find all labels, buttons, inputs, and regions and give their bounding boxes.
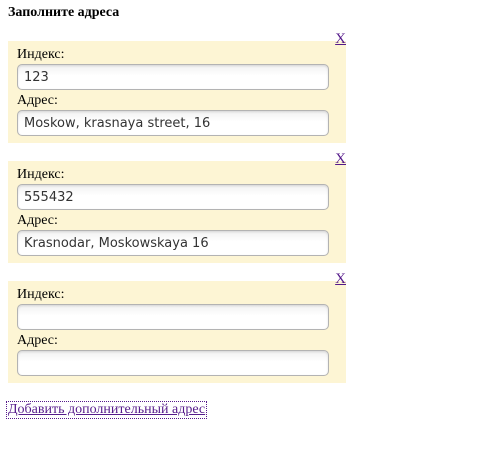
- page-title: Заполните адреса: [8, 5, 120, 20]
- address-block: X Индекс: Адрес:: [8, 271, 346, 383]
- index-input[interactable]: [17, 184, 329, 210]
- index-label: Индекс:: [17, 47, 65, 62]
- address-block: X Индекс: Адрес:: [8, 151, 346, 263]
- address-input[interactable]: [17, 110, 329, 136]
- add-address-link[interactable]: Добавить дополнительный адрес: [5, 401, 208, 419]
- index-label: Индекс:: [17, 167, 65, 182]
- remove-address-link[interactable]: X: [335, 151, 346, 167]
- address-input[interactable]: [17, 350, 329, 376]
- address-label: Адрес:: [17, 213, 58, 228]
- index-input[interactable]: [17, 304, 329, 330]
- remove-address-link[interactable]: X: [335, 271, 346, 287]
- address-input[interactable]: [17, 230, 329, 256]
- address-label: Адрес:: [17, 333, 58, 348]
- index-input[interactable]: [17, 64, 329, 90]
- index-label: Индекс:: [17, 287, 65, 302]
- address-block: X Индекс: Адрес:: [8, 31, 346, 143]
- remove-address-link[interactable]: X: [335, 31, 346, 47]
- address-label: Адрес:: [17, 93, 58, 108]
